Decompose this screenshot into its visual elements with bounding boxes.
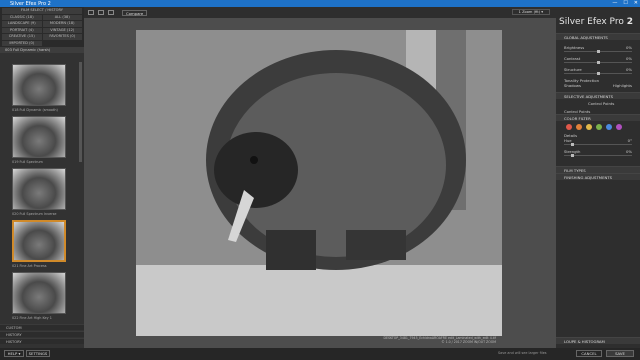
help-button[interactable]: HELP ▾ <box>4 350 24 357</box>
hue-row: Hue 0° <box>556 138 640 143</box>
strength-slider[interactable] <box>564 154 632 157</box>
orange-filter-swatch[interactable] <box>576 124 582 130</box>
settings-button[interactable]: SETTINGS <box>26 350 50 357</box>
contrast-value: 0% <box>625 56 632 61</box>
contrast-slider[interactable] <box>564 61 632 64</box>
preset-label: 018 Full Dynamic (smooth) <box>12 108 58 112</box>
section-finishing-adjustments[interactable]: FINISHING ADJUSTMENTS <box>556 173 640 180</box>
section-film-types[interactable]: FILM TYPES <box>556 166 640 173</box>
slider-handle[interactable] <box>596 61 600 64</box>
split-view-icon[interactable] <box>98 10 104 15</box>
category-history[interactable]: HISTORY <box>0 331 84 337</box>
preset-preview <box>12 64 66 106</box>
preset-preview <box>12 272 66 314</box>
structure-label: Structure <box>564 67 582 72</box>
control-points-button[interactable]: Control Points <box>556 99 640 109</box>
title-bar: Silver Efex Pro 2 — ☐ ✕ <box>0 0 640 7</box>
section-color-filter[interactable]: COLOR FILTER <box>556 114 640 121</box>
tab-imported[interactable]: IMPORTED (0) <box>2 40 42 46</box>
photo-preview[interactable] <box>136 30 502 336</box>
preset-thumb[interactable]: 022 Fine Art High Key 1 <box>12 272 66 320</box>
preset-thumb[interactable]: 018 Full Dynamic (smooth) <box>12 64 66 112</box>
image-canvas: DESKTOP_3481_7945_EchidnaAROAFRE edit_La… <box>84 18 556 348</box>
section-selective-adjustments[interactable]: SELECTIVE ADJUSTMENTS <box>556 92 640 99</box>
save-button[interactable]: SAVE <box>606 350 634 357</box>
preset-scrollbar[interactable] <box>79 62 82 162</box>
top-toolbar: Compare 1 Zoom (fit) ▾ <box>84 7 556 18</box>
strength-row: Strength 0% <box>556 149 640 154</box>
tab-favorites[interactable]: FAVORITES (0) <box>42 34 82 40</box>
tonality-row: Shadows Highlights <box>556 83 640 88</box>
blue-filter-swatch[interactable] <box>606 124 612 130</box>
slider-handle[interactable] <box>570 154 574 157</box>
tab-vintage[interactable]: VINTAGE (12) <box>42 27 82 33</box>
loupe-wrap: LOUPE & HISTOGRAM <box>556 337 640 344</box>
preset-list: 018 Full Dynamic (smooth) 019 Full Spect… <box>0 62 84 327</box>
category-history[interactable]: HISTORY <box>0 338 84 344</box>
file-meta: © 1.0 / 2017 ZOOM IN/OUT ZOOM <box>441 340 496 344</box>
hue-value: 0° <box>627 138 632 143</box>
hue-slider[interactable] <box>564 143 632 146</box>
bottom-bar: HELP ▾ SETTINGS Save and will see larger… <box>0 348 640 360</box>
section-loupe-histogram[interactable]: LOUPE & HISTOGRAM <box>556 337 640 344</box>
tab-landscape[interactable]: LANDSCAPE (9) <box>2 21 42 27</box>
highlights-label: Highlights <box>612 83 632 88</box>
preset-thumb-selected[interactable]: 021 Fine Art Process <box>12 220 66 268</box>
tab-all[interactable]: ALL (38) <box>42 14 82 20</box>
structure-slider[interactable] <box>564 72 632 75</box>
preset-label: 021 Fine Art Process <box>12 264 47 268</box>
window-title: Silver Efex Pro 2 <box>10 0 51 7</box>
preset-tabs: FILM SELECT / HISTORY CLASSIC (18) ALL (… <box>0 7 84 47</box>
single-view-icon[interactable] <box>88 10 94 15</box>
shadows-label: Shadows <box>564 83 581 88</box>
brightness-slider[interactable] <box>564 50 632 53</box>
current-preset[interactable]: 003 Full Dynamic (harsh) <box>0 47 84 53</box>
slider-handle[interactable] <box>596 50 600 53</box>
tab-modern[interactable]: MODERN (18) <box>42 21 82 27</box>
tab-portrait[interactable]: PORTRAIT (4) <box>2 27 42 33</box>
compare-button[interactable]: Compare <box>122 9 148 16</box>
brightness-label: Brightness <box>564 45 585 50</box>
preset-preview <box>12 168 66 210</box>
yellow-filter-swatch[interactable] <box>586 124 592 130</box>
purple-filter-swatch[interactable] <box>616 124 622 130</box>
preset-label: 019 Full Spectrum <box>12 160 43 164</box>
brightness-value: 0% <box>625 45 632 50</box>
preset-label: 022 Fine Art High Key 1 <box>12 316 52 320</box>
right-panel: Silver Efex Pro 2 GLOBAL ADJUSTMENTS Bri… <box>556 7 640 348</box>
green-filter-swatch[interactable] <box>596 124 602 130</box>
tab-classic[interactable]: CLASSIC (18) <box>2 14 42 20</box>
color-filter-swatches <box>556 121 640 133</box>
slider-handle[interactable] <box>596 72 600 75</box>
red-filter-swatch[interactable] <box>566 124 572 130</box>
preset-thumb[interactable]: 019 Full Spectrum <box>12 116 66 164</box>
echidna-photo <box>136 30 502 336</box>
brand-title: Silver Efex Pro 2 <box>556 7 640 27</box>
tab-creative[interactable]: CREATIVE (15) <box>2 34 42 40</box>
preset-label: 020 Full Spectrum Inverse <box>12 212 57 216</box>
cancel-button[interactable]: CANCEL <box>576 350 602 357</box>
left-panel: FILM SELECT / HISTORY CLASSIC (18) ALL (… <box>0 7 84 348</box>
contrast-label: Contrast <box>564 56 581 61</box>
structure-value: 0% <box>625 67 632 72</box>
category-custom[interactable]: CUSTOM <box>0 324 84 330</box>
preset-preview <box>12 220 66 262</box>
status-text: Save and will see larger files <box>498 351 547 355</box>
slider-handle[interactable] <box>570 143 574 146</box>
minimize-icon[interactable]: — <box>612 0 617 6</box>
close-icon[interactable]: ✕ <box>634 0 638 6</box>
brand-name: Silver Efex Pro <box>559 17 624 27</box>
file-info: DESKTOP_3481_7945_EchidnaAROAFRE edit_La… <box>383 336 496 344</box>
brand-version: 2 <box>626 17 633 27</box>
zoom-select[interactable]: 1 Zoom (fit) ▾ <box>511 9 550 15</box>
preset-thumb[interactable]: 020 Full Spectrum Inverse <box>12 168 66 216</box>
section-global-adjustments[interactable]: GLOBAL ADJUSTMENTS <box>556 33 640 40</box>
tab-film-select[interactable]: FILM SELECT / HISTORY <box>2 8 82 14</box>
side-by-side-icon[interactable] <box>108 10 114 15</box>
preset-preview <box>12 116 66 158</box>
strength-value: 0% <box>625 149 632 154</box>
maximize-icon[interactable]: ☐ <box>623 0 627 6</box>
